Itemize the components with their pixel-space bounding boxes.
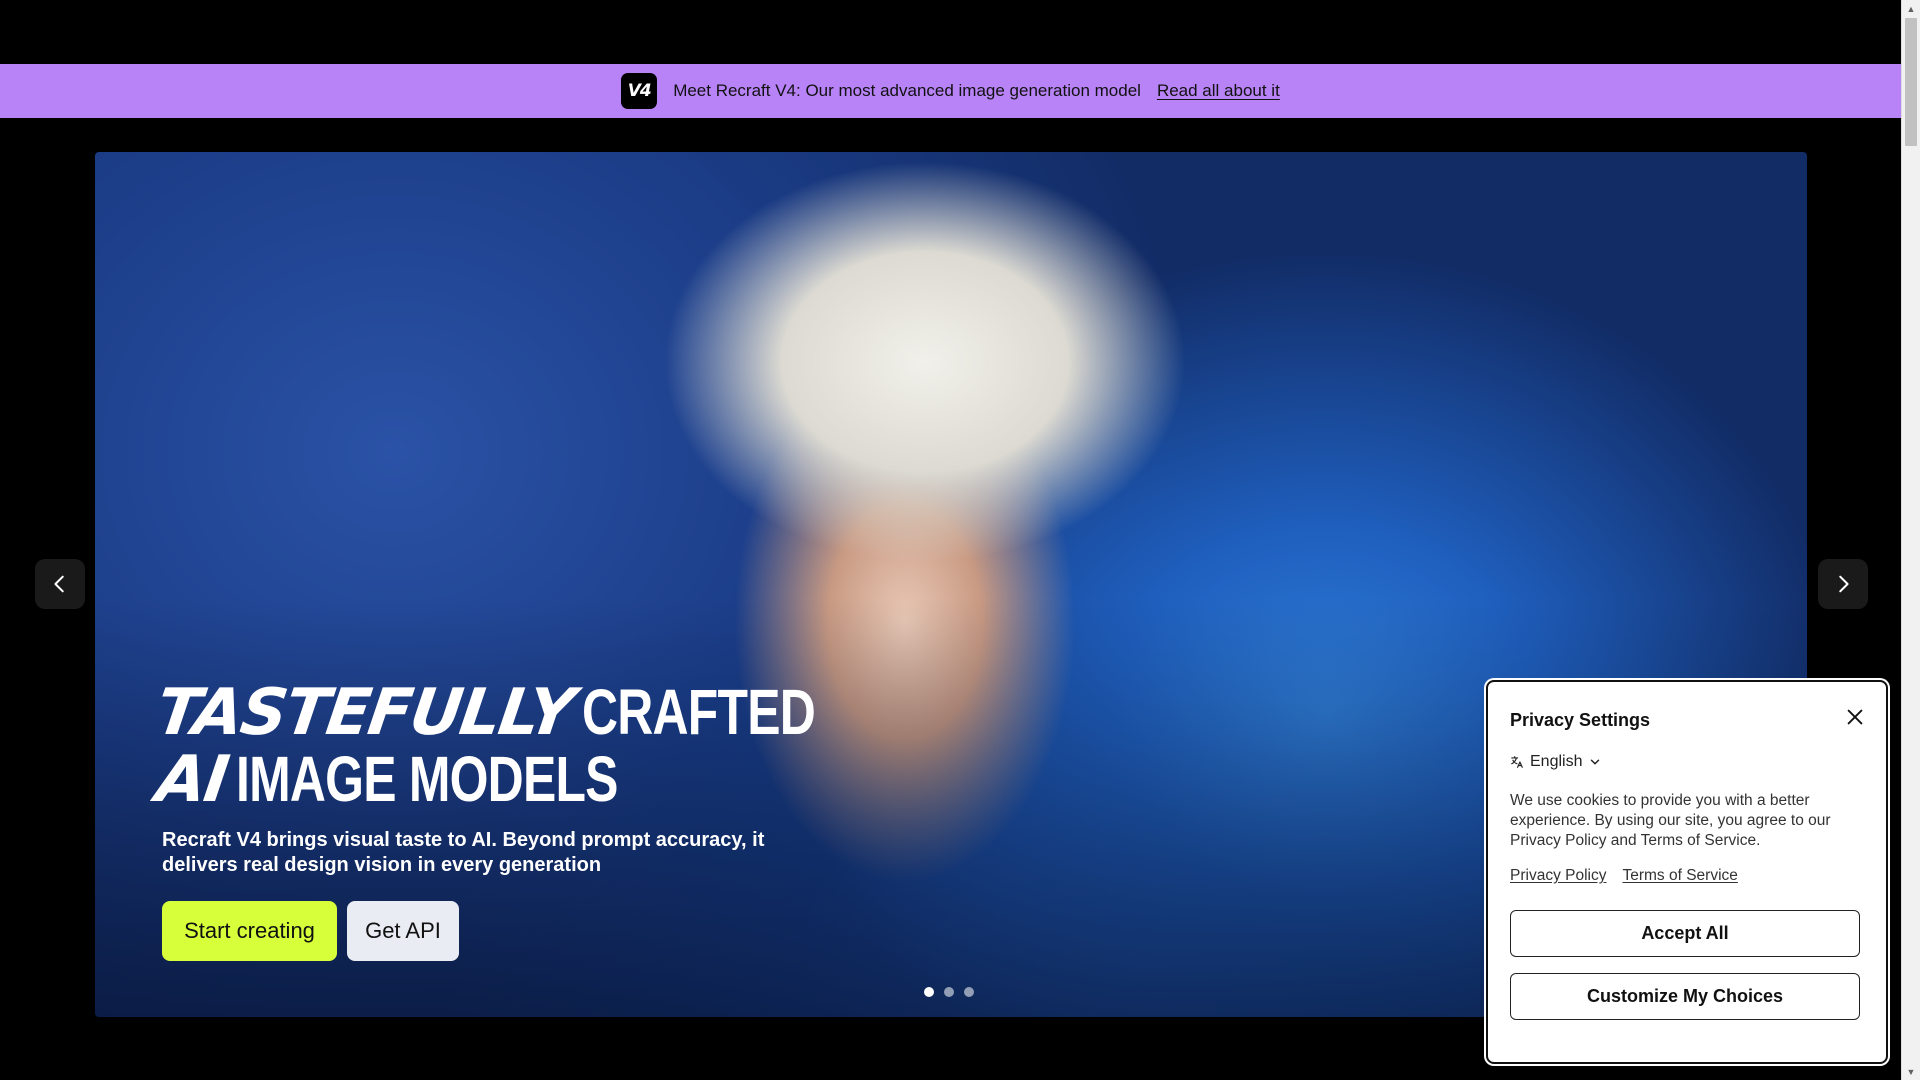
carousel-prev-button[interactable] <box>35 559 85 609</box>
chevron-right-icon <box>1839 575 1849 593</box>
hero-subtitle: Recraft V4 brings visual taste to AI. Be… <box>162 829 765 876</box>
carousel-next-button[interactable] <box>1818 559 1868 609</box>
language-selector[interactable]: English <box>1510 753 1864 771</box>
v4-badge-icon: V4 <box>621 73 658 109</box>
privacy-policy-link[interactable]: Privacy Policy <box>1510 867 1606 885</box>
page-scrollbar[interactable]: ▲ ▼ <box>1901 0 1920 1080</box>
headline-line-2: AIIMAGE MODELS <box>152 743 881 817</box>
privacy-dialog-title: Privacy Settings <box>1510 710 1651 730</box>
headline-italic-word-2: AI <box>151 743 232 817</box>
top-bar <box>0 0 1901 64</box>
announcement-banner: V4 Meet Recraft V4: Our most advanced im… <box>0 64 1901 118</box>
chevron-down-icon <box>1591 759 1600 765</box>
terms-of-service-link[interactable]: Terms of Service <box>1622 867 1737 885</box>
headline-italic-word-1: TASTEFULLY <box>151 676 578 750</box>
carousel-dot-1[interactable] <box>924 987 934 997</box>
carousel-pagination <box>924 987 974 997</box>
headline-rest-2: IMAGE MODELS <box>236 743 619 815</box>
customize-choices-button[interactable]: Customize My Choices <box>1510 973 1860 1020</box>
start-creating-button[interactable]: Start creating <box>162 901 337 961</box>
language-label: English <box>1530 753 1583 770</box>
headline-line-1: TASTEFULLYCRAFTED <box>152 676 881 750</box>
scrollbar-thumb[interactable] <box>1905 18 1917 146</box>
accept-all-button[interactable]: Accept All <box>1510 910 1860 957</box>
privacy-body-text: We use cookies to provide you with a bet… <box>1510 792 1831 849</box>
hero-headline: TASTEFULLYCRAFTED AIIMAGE MODELS <box>152 676 881 817</box>
carousel-dot-3[interactable] <box>964 987 974 997</box>
headline-rest-1: CRAFTED <box>582 676 816 748</box>
scroll-up-icon[interactable]: ▲ <box>1902 0 1920 17</box>
scroll-down-icon[interactable]: ▼ <box>1902 1063 1920 1080</box>
get-api-button[interactable]: Get API <box>347 901 459 961</box>
translate-icon <box>1511 756 1523 768</box>
close-icon[interactable] <box>1844 706 1866 728</box>
page: V4 Meet Recraft V4: Our most advanced im… <box>0 0 1920 1080</box>
banner-message: Meet Recraft V4: Our most advanced image… <box>673 81 1141 100</box>
privacy-links: Privacy Policy Terms of Service <box>1510 867 1864 885</box>
chevron-left-icon <box>54 575 64 593</box>
carousel-dot-2[interactable] <box>944 987 954 997</box>
privacy-settings-dialog: Privacy Settings English We use cookies … <box>1486 680 1888 1064</box>
banner-read-more-link[interactable]: Read all about it <box>1157 81 1280 101</box>
